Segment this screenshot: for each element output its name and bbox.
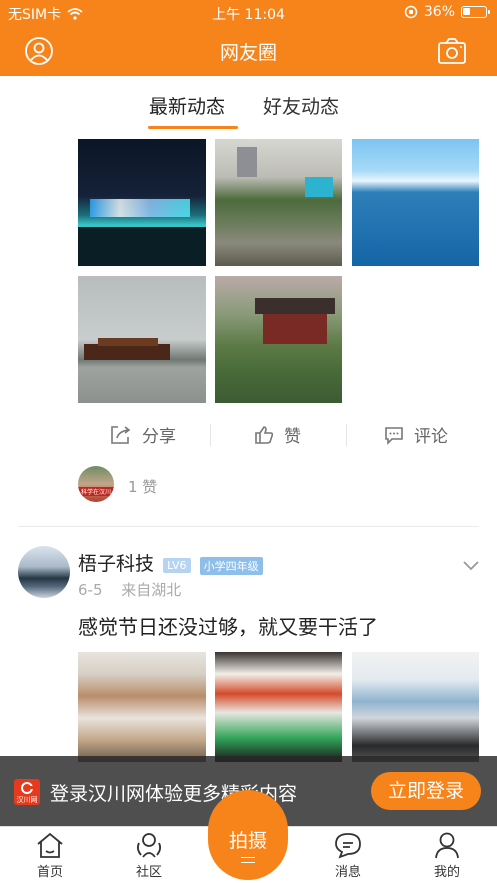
shoot-button[interactable]: 拍摄 (208, 790, 288, 880)
nav-me[interactable]: 我的 (417, 831, 477, 880)
nav-home[interactable]: 首页 (20, 831, 80, 880)
post-photo[interactable] (78, 139, 206, 266)
active-tab-indicator (148, 126, 238, 129)
post-photo[interactable] (352, 652, 479, 762)
chevron-down-icon[interactable] (462, 559, 480, 571)
post-photo[interactable] (352, 139, 479, 266)
top-navbar: 网友圈 (0, 26, 497, 76)
post-location: 来自湖北 (121, 581, 182, 599)
likes-row: 科学在汉川 1 赞 (0, 464, 497, 506)
battery-percent: 36% (423, 4, 455, 20)
hanchuan-logo: 汉川网 (14, 779, 40, 805)
feed-tabs: 最新动态 好友动态 (0, 76, 497, 132)
shoot-label: 拍摄 (228, 830, 267, 852)
thumbs-up-icon (255, 425, 274, 444)
nav-community[interactable]: 社区 (119, 831, 179, 880)
like-button[interactable]: 赞 (254, 422, 301, 447)
battery-icon (461, 6, 490, 18)
login-button[interactable]: 立即登录 (371, 772, 481, 810)
grade-badge: 小学四年级 (199, 556, 263, 575)
camera-icon[interactable] (437, 36, 467, 66)
comment-label: 评论 (414, 427, 448, 447)
post-divider (18, 526, 479, 527)
post-photo[interactable] (215, 276, 342, 403)
author-avatar[interactable] (18, 546, 70, 598)
post-photo[interactable] (78, 652, 206, 762)
nav-messages[interactable]: 消息 (318, 831, 378, 880)
avatar-caption: 科学在汉川 (78, 487, 114, 496)
action-divider (210, 424, 211, 446)
author-name[interactable]: 梧子科技 (78, 553, 154, 575)
comment-button[interactable]: 评论 (384, 422, 448, 447)
nav-me-label: 我的 (433, 865, 460, 880)
user-icon (435, 832, 459, 859)
logo-text: 汉川网 (16, 796, 38, 804)
share-icon (111, 425, 131, 444)
nav-home-label: 首页 (36, 865, 63, 880)
shoot-handle-icon (241, 857, 255, 863)
message-icon (335, 833, 361, 859)
level-badge: LV6 (163, 558, 191, 573)
nav-community-label: 社区 (135, 865, 162, 880)
community-icon (136, 833, 162, 858)
post-text: 感觉节日还没过够，就又要干活了 (78, 615, 378, 639)
tab-friends[interactable]: 好友动态 (263, 92, 339, 119)
post-header: 梧子科技 LV6 小学四年级 6-5 来自湖北 (0, 543, 497, 603)
share-label: 分享 (142, 427, 176, 447)
post-photo[interactable] (215, 139, 342, 266)
orientation-lock-icon (404, 5, 418, 19)
page-title: 网友圈 (219, 42, 277, 64)
post-actions: 分享 赞 评论 (0, 418, 497, 452)
status-bar: 无SIM卡 上午 11:04 36% (0, 0, 497, 26)
post-date: 6-5 (78, 581, 103, 599)
home-icon (37, 832, 63, 858)
tab-latest[interactable]: 最新动态 (149, 92, 225, 119)
action-divider (346, 424, 347, 446)
nav-messages-label: 消息 (334, 865, 361, 880)
liker-avatar[interactable]: 科学在汉川 (78, 466, 114, 502)
post-photo[interactable] (215, 652, 342, 762)
likes-count: 1 赞 (128, 478, 158, 496)
share-button[interactable]: 分享 (110, 422, 176, 447)
like-label: 赞 (284, 427, 301, 447)
post-photo[interactable] (78, 276, 206, 403)
comment-icon (385, 426, 403, 445)
